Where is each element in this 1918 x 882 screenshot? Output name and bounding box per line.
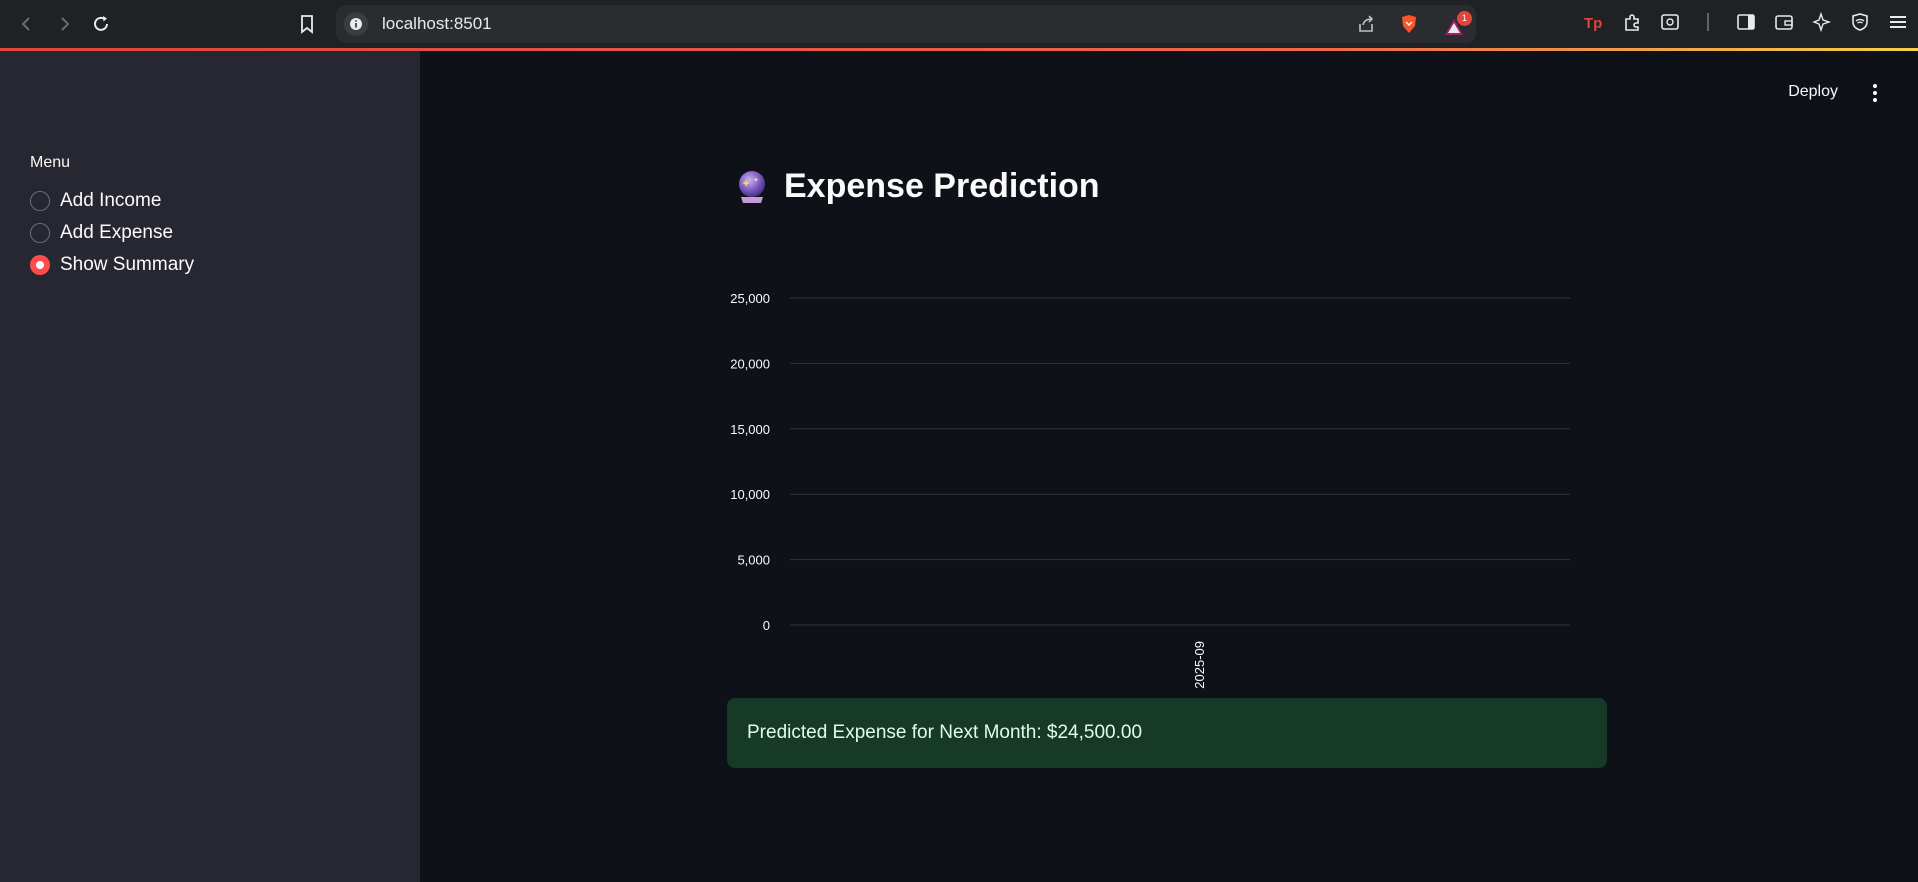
y-tick-label: 25,000 bbox=[730, 291, 770, 306]
reload-icon bbox=[94, 16, 108, 31]
browser-menu-icon[interactable] bbox=[1886, 10, 1910, 34]
forward-button[interactable] bbox=[51, 11, 77, 37]
expense-chart: 0 5,000 10,000 15,000 20,000 25,000 2025-09 bbox=[730, 291, 1570, 689]
y-tick-label: 5,000 bbox=[737, 553, 770, 568]
back-button[interactable] bbox=[14, 11, 40, 37]
radio-button[interactable] bbox=[30, 223, 50, 243]
bookmark-button[interactable] bbox=[294, 11, 320, 37]
sidebar-toggle-icon[interactable] bbox=[1734, 10, 1758, 34]
rewards-badge: 1 bbox=[1457, 10, 1472, 26]
leo-ai-icon[interactable] bbox=[1810, 10, 1834, 34]
title-text: Expense Prediction bbox=[784, 167, 1100, 205]
crystal-ball-icon bbox=[739, 170, 765, 203]
y-tick-label: 0 bbox=[763, 618, 770, 633]
main-content: Deploy Expense Prediction 0 5,000 10,000 15… bbox=[420, 51, 1918, 882]
toolbar-divider bbox=[1696, 10, 1720, 34]
back-arrow-icon bbox=[21, 17, 30, 31]
more-options-icon[interactable] bbox=[1870, 84, 1880, 102]
y-tick-label: 20,000 bbox=[730, 356, 770, 371]
prediction-message: Predicted Expense for Next Month: $24,50… bbox=[747, 722, 1143, 743]
page-title: Expense Prediction bbox=[734, 167, 1100, 206]
sidebar: Menu Add Income Add Expense Show Summary bbox=[0, 51, 420, 882]
extensions-icon[interactable] bbox=[1620, 10, 1644, 34]
prediction-alert: Predicted Expense for Next Month: $24,50… bbox=[727, 698, 1607, 768]
url-text[interactable]: localhost:8501 bbox=[382, 14, 492, 34]
x-tick-label: 2025-09 bbox=[1192, 641, 1207, 689]
reload-button[interactable] bbox=[88, 11, 114, 37]
forward-arrow-icon bbox=[61, 17, 70, 31]
vpn-icon[interactable] bbox=[1848, 10, 1872, 34]
wallet-icon[interactable] bbox=[1772, 10, 1796, 34]
share-icon[interactable] bbox=[1356, 14, 1376, 39]
site-info-icon[interactable] bbox=[344, 12, 368, 36]
radio-option-show-summary[interactable]: Show Summary bbox=[30, 254, 194, 276]
radio-label: Add Expense bbox=[60, 222, 174, 243]
brave-shields-icon[interactable] bbox=[1398, 13, 1420, 40]
radio-option-add-income[interactable]: Add Income bbox=[30, 190, 161, 212]
svg-text:Tp: Tp bbox=[1584, 15, 1602, 31]
radio-label: Show Summary bbox=[60, 254, 195, 275]
y-tick-label: 15,000 bbox=[730, 422, 770, 437]
menu-label: Menu bbox=[30, 154, 71, 171]
brave-rewards-icon[interactable]: 1 bbox=[1442, 10, 1472, 39]
radio-label: Add Income bbox=[60, 190, 162, 211]
deploy-button[interactable]: Deploy bbox=[1788, 83, 1838, 101]
translate-extension-icon[interactable]: Tp bbox=[1582, 10, 1606, 34]
page-search-icon[interactable] bbox=[1658, 10, 1682, 34]
address-bar[interactable]: localhost:8501 1 bbox=[336, 5, 1476, 43]
radio-button-selected[interactable] bbox=[30, 255, 50, 275]
radio-option-add-expense[interactable]: Add Expense bbox=[30, 222, 173, 244]
y-tick-label: 10,000 bbox=[730, 487, 770, 502]
bookmark-icon bbox=[301, 15, 313, 34]
radio-button[interactable] bbox=[30, 191, 50, 211]
browser-toolbar: localhost:8501 1 Tp bbox=[0, 0, 1918, 51]
